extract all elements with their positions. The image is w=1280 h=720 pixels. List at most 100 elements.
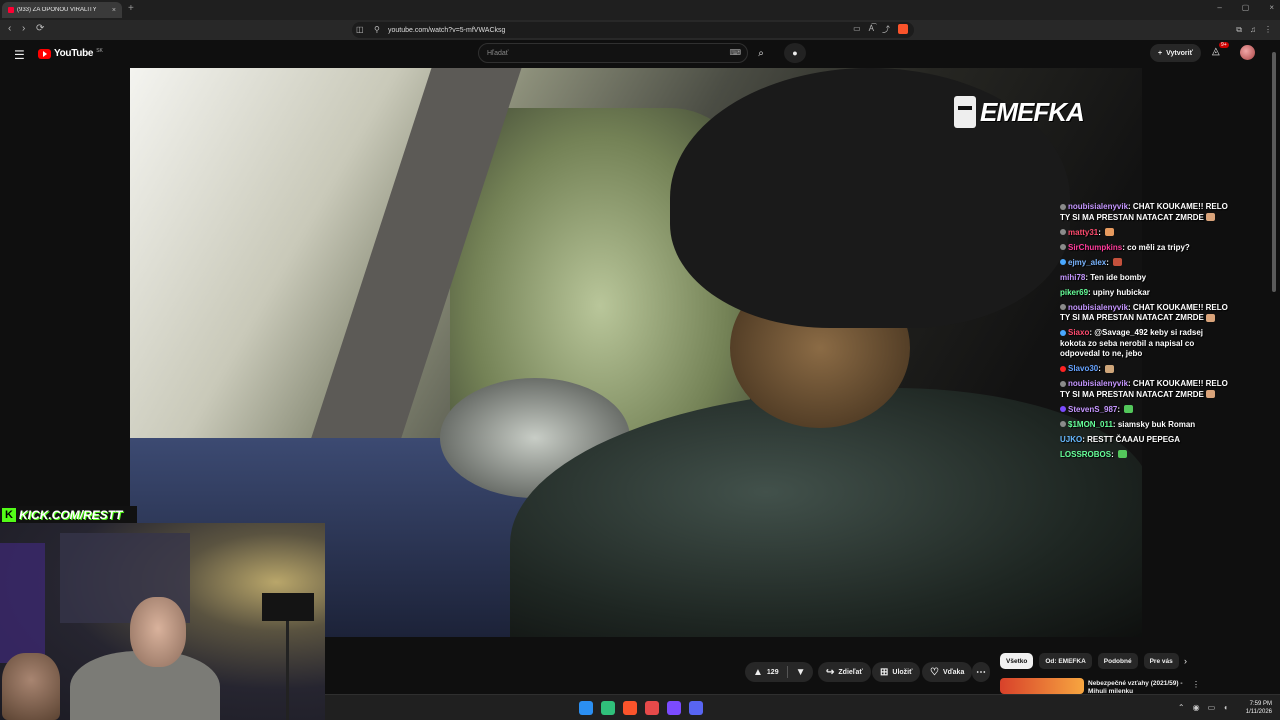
brave-shield-icon[interactable] — [898, 24, 908, 34]
recommendation-title[interactable]: Nebezpečné vzťahy (2021/59) - Mihuli mil… — [1088, 680, 1188, 694]
extensions-icon[interactable]: ⧉ — [1236, 25, 1242, 35]
webcam-lamp-pole — [286, 621, 289, 720]
browser-menu-icon[interactable]: ⋮ — [1264, 25, 1272, 35]
create-button[interactable]: + Vytvoriť — [1150, 44, 1201, 62]
media-icon[interactable]: ♫ — [1250, 25, 1256, 35]
chat-badge-icon — [1060, 203, 1066, 210]
like-count[interactable]: 129 — [767, 669, 779, 676]
bookmark-icon[interactable]: ◫ — [356, 25, 364, 34]
tray-overflow-icon[interactable]: ⌃ — [1178, 703, 1185, 712]
chat-message: mihi78: Ten ide bomby — [1060, 273, 1230, 284]
recommendation-thumbnail[interactable] — [1000, 678, 1084, 694]
more-icon: ⋯ — [976, 666, 986, 678]
chat-username: Siaxo — [1068, 328, 1090, 337]
search-button[interactable]: ⌕ — [748, 43, 774, 63]
minimize-button[interactable]: – — [1217, 3, 1221, 12]
chat-emote-icon — [1205, 313, 1215, 322]
search-icon: ⌕ — [758, 47, 764, 59]
recommendation-more-icon[interactable]: ⋮ — [1192, 680, 1200, 689]
close-window-button[interactable]: × — [1269, 3, 1274, 12]
emefka-name: EMEFKA — [980, 96, 1085, 127]
webcam-purple-light — [0, 543, 45, 663]
recommendation-chips: Všetko Od: EMEFKA Podobné Pre vás — [1000, 653, 1179, 669]
share-label: Zdieľať — [838, 668, 863, 676]
chip-for-you[interactable]: Pre vás — [1143, 653, 1179, 669]
tab-close-icon[interactable]: × — [112, 7, 116, 14]
chat-emote-icon — [1113, 258, 1123, 267]
chat-username: LOSSROBOS — [1060, 449, 1112, 459]
maximize-button[interactable]: ▢ — [1242, 3, 1250, 12]
system-tray: ⌃ ◉ ▭ ◖ — [1178, 703, 1228, 712]
plus-icon: + — [1158, 49, 1163, 57]
chat-message: noubisialenyvik: CHAT KOUKAME!! RELO TY … — [1060, 202, 1230, 223]
thanks-button[interactable]: ♡ Vďaka — [922, 662, 973, 682]
url-text[interactable]: youtube.com/watch?v=5-mfVWACksg — [388, 27, 505, 34]
chat-badge-icon — [1060, 244, 1066, 251]
like-icon[interactable]: ▲ — [753, 667, 763, 678]
emefka-watermark: EMEFKA — [954, 92, 1096, 132]
youtube-logo[interactable]: YouTube SK — [38, 48, 103, 59]
kick-banner: K KICK.COM/RESTT — [0, 506, 137, 523]
chat-username: UJKO — [1060, 434, 1083, 444]
chip-all[interactable]: Všetko — [1000, 653, 1034, 669]
chip-related[interactable]: Podobné — [1097, 653, 1138, 669]
search-input[interactable]: Hľadať ⌨ — [478, 43, 748, 63]
tray-mic-icon[interactable]: ◉ — [1193, 703, 1200, 712]
translate-icon[interactable]: A͡ — [869, 24, 874, 35]
site-info-icon[interactable]: ⚲ — [374, 25, 380, 34]
page-scrollbar[interactable] — [1271, 44, 1277, 694]
chat-message: noubisialenyvik: CHAT KOUKAME!! RELO TY … — [1060, 303, 1230, 324]
forward-icon[interactable]: › — [22, 23, 25, 34]
discord-icon[interactable] — [689, 701, 703, 715]
tray-display-icon[interactable]: ▭ — [1208, 703, 1216, 712]
share-button[interactable]: ↪ Zdieľať — [818, 662, 871, 682]
tab-title: (933) ZA OPONOU VIRALITY — [17, 7, 97, 13]
address-bar[interactable]: ◫ ⚲ youtube.com/watch?v=5-mfVWACksg ▭ A͡… — [352, 22, 914, 38]
scrollbar-thumb[interactable] — [1272, 52, 1276, 292]
like-divider — [786, 666, 788, 678]
dislike-icon[interactable]: ▼ — [796, 667, 806, 678]
share-page-icon[interactable]: ⤴ — [882, 24, 890, 35]
bell-icon: ◬ — [1212, 46, 1220, 57]
new-tab-button[interactable]: + — [128, 3, 134, 14]
browser-tab-active[interactable]: (933) ZA OPONOU VIRALITY × — [2, 2, 122, 18]
chat-emote-icon — [1124, 405, 1134, 414]
chat-message: StevenS_987: — [1060, 405, 1230, 416]
clock-time: 7:59 PM — [1249, 701, 1272, 707]
brave-browser-icon[interactable] — [623, 701, 637, 715]
chat-message: LOSSROBOS: — [1060, 450, 1230, 461]
avatar[interactable] — [1240, 45, 1255, 60]
chat-username: matty31 — [1068, 227, 1099, 237]
more-actions-button[interactable]: ⋯ — [972, 662, 990, 682]
notifications-button[interactable]: ◬ 9+ — [1212, 42, 1229, 57]
taskbar-clock[interactable]: 7:59 PM 1/11/2026 — [1246, 700, 1272, 716]
back-icon[interactable]: ‹ — [8, 23, 11, 34]
save-button[interactable]: ⊞ Uložiť — [872, 662, 921, 682]
chat-badge-icon — [1060, 304, 1066, 311]
twitch-icon[interactable] — [667, 701, 681, 715]
keyboard-icon[interactable]: ⌨ — [729, 48, 741, 57]
chrome-icon[interactable] — [645, 701, 659, 715]
windows-start-icon[interactable] — [579, 701, 593, 715]
chat-username: mihi78 — [1060, 272, 1086, 282]
webcam-lamp — [262, 593, 314, 621]
recommendation-item[interactable]: Nebezpečné vzťahy (2021/59) - Mihuli mil… — [1000, 678, 1200, 694]
chat-badge-icon — [1060, 421, 1066, 428]
chat-message: SirChumpkins: co měli za tripy? — [1060, 243, 1230, 254]
chat-badge-icon — [1060, 380, 1066, 387]
voice-search-button[interactable]: ● — [784, 43, 806, 63]
chat-separator: : — [1106, 257, 1112, 267]
menu-icon[interactable]: ☰ — [14, 48, 25, 62]
excel-icon[interactable] — [601, 701, 615, 715]
emefka-crest-icon — [954, 96, 976, 128]
chevron-right-icon[interactable]: › — [1184, 656, 1187, 666]
chat-badge-icon — [1060, 229, 1066, 236]
chat-username: StevenS_987 — [1068, 404, 1118, 414]
cast-icon[interactable]: ▭ — [853, 24, 861, 35]
chat-username: Slavo30 — [1068, 364, 1099, 373]
reload-icon[interactable]: ⟳ — [36, 23, 44, 34]
chat-username: ejmy_alex — [1068, 257, 1107, 267]
tray-volume-icon[interactable]: ◖ — [1223, 703, 1228, 712]
chip-from-emefka[interactable]: Od: EMEFKA — [1039, 653, 1092, 669]
notification-badge: 9+ — [1219, 42, 1229, 48]
